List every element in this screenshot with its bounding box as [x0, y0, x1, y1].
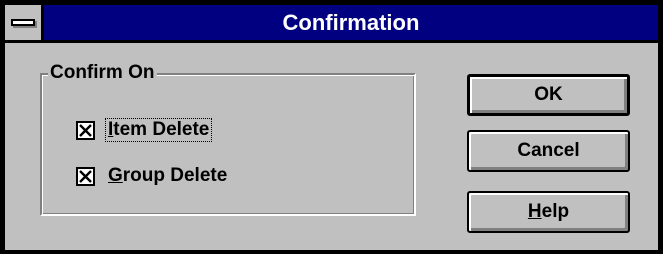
item-delete-label[interactable]: Item Delete [104, 118, 213, 142]
confirm-on-groupbox [40, 73, 416, 216]
group-delete-checkbox[interactable] [76, 166, 95, 186]
item-delete-option[interactable]: Item Delete [76, 118, 213, 142]
cancel-button[interactable]: Cancel [467, 130, 630, 172]
help-button[interactable]: Help [467, 191, 630, 233]
group-delete-label[interactable]: Group Delete [106, 165, 229, 187]
group-delete-option[interactable]: Group Delete [76, 164, 229, 188]
window-title: Confirmation [282, 10, 420, 35]
checkmark-x-icon [79, 123, 92, 137]
ok-button[interactable]: OK [467, 74, 630, 116]
title-bar: Confirmation [5, 5, 658, 43]
groupbox-label: Confirm On [48, 62, 157, 84]
system-menu-icon [11, 19, 35, 26]
system-menu-button[interactable] [5, 5, 44, 40]
checkmark-x-icon [79, 169, 92, 183]
item-delete-checkbox[interactable] [76, 120, 95, 140]
